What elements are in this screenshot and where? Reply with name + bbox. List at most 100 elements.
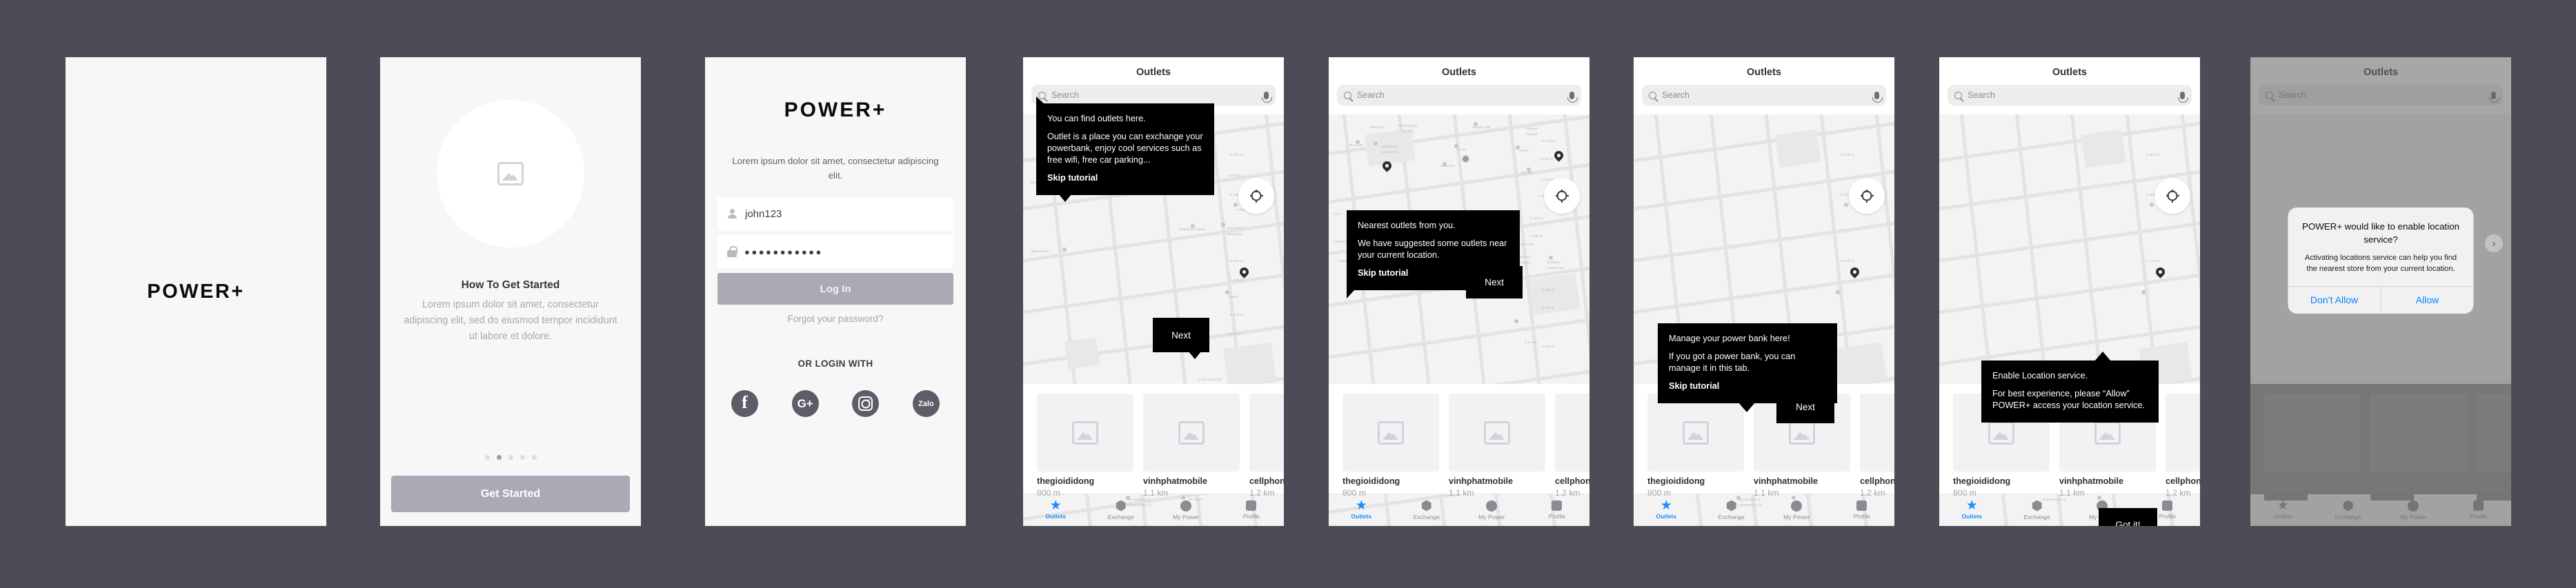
locate-me-button[interactable] [1238, 178, 1274, 214]
tab-exchange[interactable]: Exchange [2005, 494, 2070, 526]
tab-outlets[interactable]: ★ Outlets [1329, 494, 1394, 526]
tab-exchange[interactable]: Exchange [1699, 494, 1765, 526]
outlet-thumbnail [1647, 394, 1744, 472]
locate-me-button[interactable] [1544, 178, 1580, 214]
hexagon-icon [2343, 500, 2353, 511]
pagination-dot[interactable] [484, 455, 490, 460]
tab-profile[interactable]: Profile [1525, 494, 1590, 526]
svg-text:E 10th St: E 10th St [1227, 332, 1241, 336]
tutorial-tooltip: Enable Location service. For best experi… [1981, 352, 2159, 423]
login-button[interactable]: Log In [717, 273, 953, 305]
outlet-card-list[interactable]: thegioididong 800 m vinhphatmobile 1.1 k… [1023, 384, 1284, 498]
search-input[interactable]: Search [2259, 85, 2503, 105]
tab-my-power[interactable]: My Power [1459, 494, 1525, 526]
got-it-button[interactable]: Got it! [2099, 508, 2157, 526]
tab-outlets[interactable]: ★ Outlets [1023, 494, 1089, 526]
tab-label: Outlets [1351, 513, 1372, 520]
outlet-card[interactable]: thegioididong 800 m [1037, 394, 1133, 498]
allow-button[interactable]: Allow [2380, 287, 2474, 314]
pagination-dot-active[interactable] [496, 455, 502, 460]
pagination-dot[interactable] [519, 455, 525, 460]
search-input[interactable]: Search [1948, 85, 2192, 105]
microphone-icon[interactable] [2489, 91, 2499, 103]
dont-allow-button[interactable]: Don’t Allow [2288, 287, 2381, 314]
zalo-icon[interactable]: Zalo [912, 390, 940, 417]
outlet-card[interactable]: vinhphatmobile 1.1 km [1449, 394, 1545, 498]
outlet-card[interactable]: cellphones 1.2 km [1555, 394, 1589, 498]
tooltip-line-1: Nearest outlets from you. [1358, 221, 1456, 230]
outlet-card[interactable]: thegioididong 800 m [1343, 394, 1439, 498]
tab-label: Profile [1853, 513, 1870, 520]
square-icon [1856, 500, 1867, 511]
chevron-right-icon[interactable]: › [2485, 234, 2503, 252]
tab-profile[interactable]: Profile [2446, 494, 2512, 526]
svg-text:GREENWICH: GREENWICH [1398, 124, 1418, 128]
outlet-card[interactable]: vinhphatmobile 1.1 km [1143, 394, 1240, 498]
svg-text:Lily's: Lily's [1333, 212, 1340, 216]
svg-text:E 2nd St: E 2nd St [1525, 341, 1537, 344]
microphone-icon[interactable] [2178, 91, 2188, 103]
skip-tutorial-link[interactable]: Skip tutorial [1047, 172, 1203, 184]
outlet-card[interactable]: thegioididong 800 m [1647, 394, 1744, 498]
map-pin[interactable] [2156, 267, 2165, 280]
map-pin[interactable] [1554, 151, 1563, 163]
search-input[interactable]: Search [1031, 85, 1276, 105]
locate-me-button[interactable] [1849, 178, 1885, 214]
instagram-icon[interactable] [852, 390, 880, 417]
next-button[interactable]: Next [1153, 318, 1209, 359]
pagination-dot[interactable] [531, 455, 537, 460]
tab-profile[interactable]: Profile [1219, 494, 1285, 526]
tab-exchange[interactable]: Exchange [1089, 494, 1154, 526]
tab-label: Outlets [1961, 513, 1983, 520]
tab-label: My Power [1783, 513, 1810, 520]
tab-my-power[interactable]: My Power [1764, 494, 1830, 526]
tab-outlets[interactable]: ★ Outlets [1939, 494, 2005, 526]
outlet-card[interactable]: cellphones 1.2 km [1249, 394, 1284, 498]
screen-login: POWER+ Lorem ipsum dolor sit amet, conse… [705, 57, 966, 526]
tab-my-power[interactable]: My Power [1153, 494, 1219, 526]
image-placeholder-icon [1683, 420, 1709, 445]
svg-text:Hearth: Hearth [1519, 149, 1529, 152]
tab-outlets[interactable]: ★ Outlets [1634, 494, 1699, 526]
pagination-dot[interactable] [508, 455, 513, 460]
outlet-name: cellphones [1249, 476, 1284, 486]
microphone-icon[interactable] [1262, 91, 1272, 103]
outlet-thumbnail [1249, 394, 1284, 472]
image-placeholder-icon [497, 162, 524, 185]
next-button[interactable]: Next [1466, 266, 1523, 298]
tab-profile[interactable]: Profile [1830, 494, 1895, 526]
onboarding-illustration [437, 100, 584, 247]
locate-me-button[interactable] [2154, 178, 2190, 214]
outlet-card-list[interactable]: thegioididong 800 m vinhphatmobile 1.1 k… [1329, 384, 1589, 498]
svg-text:E 20th St: E 20th St [1230, 153, 1244, 156]
outlet-card[interactable]: cellphones 1.2 km [1860, 394, 1894, 498]
tab-exchange[interactable]: Exchange [1394, 494, 1460, 526]
microphone-icon[interactable] [1567, 91, 1578, 103]
hexagon-icon [1726, 500, 1736, 511]
google-plus-icon[interactable]: G+ [791, 390, 819, 417]
onboarding-title: How To Get Started [461, 279, 560, 291]
get-started-button[interactable]: Get Started [391, 476, 630, 512]
map-pin[interactable] [1383, 161, 1391, 174]
svg-text:E 3rd St: E 3rd St [1543, 345, 1554, 348]
svg-text:E 13th St: E 13th St [1540, 157, 1554, 161]
tooltip-line-1: You can find outlets here. [1047, 114, 1146, 123]
search-input[interactable]: Search [1642, 85, 1886, 105]
password-field[interactable]: ●●●●●●●●●●● [717, 235, 953, 268]
search-input[interactable]: Search [1337, 85, 1581, 105]
outlet-card[interactable]: cellphones 1.2 km [2166, 394, 2200, 498]
lock-icon [727, 246, 737, 257]
tab-exchange[interactable]: Exchange [2316, 494, 2381, 526]
microphone-icon[interactable] [1872, 91, 1883, 103]
tooltip-line-2: If you got a power bank, you can manage … [1669, 352, 1796, 373]
tab-outlets[interactable]: ★ Outlets [2250, 494, 2316, 526]
next-button[interactable]: Next [1776, 390, 1834, 423]
map-pin[interactable] [1850, 267, 1859, 280]
tab-my-power[interactable]: My Power [2381, 494, 2446, 526]
username-field[interactable]: john123 [717, 197, 953, 230]
forgot-password-link[interactable]: Forgot your password? [705, 314, 966, 324]
map-pin[interactable] [1240, 267, 1249, 280]
image-placeholder-icon [1988, 420, 2014, 445]
crosshair-locate-icon [1249, 189, 1263, 203]
facebook-icon[interactable]: f [731, 390, 758, 417]
